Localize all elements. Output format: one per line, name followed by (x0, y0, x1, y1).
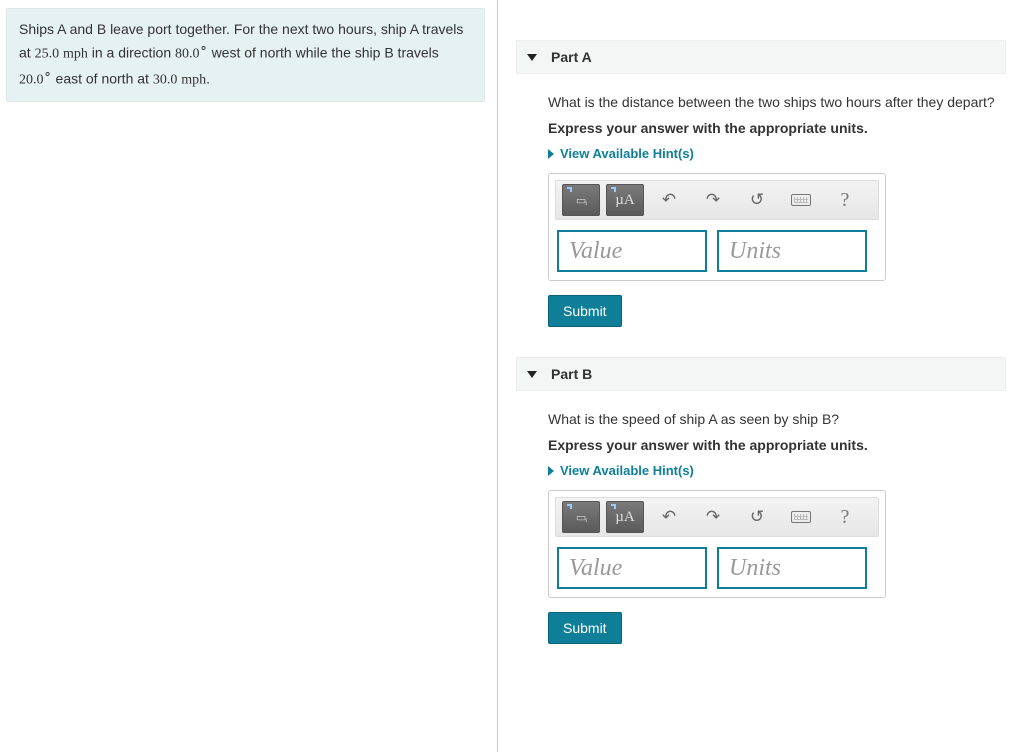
template-button[interactable]: ▭ᵢ (562, 184, 600, 216)
keyboard-button[interactable] (782, 501, 820, 533)
template-button[interactable]: ▭ᵢ (562, 501, 600, 533)
problem-panel: Ships A and B leave port together. For t… (0, 0, 498, 752)
units-input-a[interactable] (717, 230, 867, 272)
submit-button-b[interactable]: Submit (548, 612, 622, 644)
part-b-instruction: Express your answer with the appropriate… (548, 437, 1006, 453)
toolbar-b: ▭ᵢ µA ↶ ↷ ↺ ? (555, 497, 879, 537)
submit-button-a[interactable]: Submit (548, 295, 622, 327)
symbols-button[interactable]: µA (606, 184, 644, 216)
value-input-a[interactable] (557, 230, 707, 272)
help-icon: ? (841, 189, 850, 212)
unit-mph-2: mph (181, 73, 206, 88)
reset-icon: ↺ (750, 507, 764, 527)
view-hints-b[interactable]: View Available Hint(s) (548, 463, 1006, 478)
help-button[interactable]: ? (826, 501, 864, 533)
answer-box-a: ▭ᵢ µA ↶ ↷ ↺ ? (548, 173, 886, 281)
degree-symbol: ∘ (44, 66, 52, 81)
undo-icon: ↶ (662, 507, 676, 527)
hints-label: View Available Hint(s) (560, 463, 694, 478)
symbols-button[interactable]: µA (606, 501, 644, 533)
angle-a: 80.0 (175, 47, 200, 62)
hints-label: View Available Hint(s) (560, 146, 694, 161)
help-button[interactable]: ? (826, 184, 864, 216)
chevron-down-icon (527, 371, 537, 378)
chevron-down-icon (527, 54, 537, 61)
part-a-question: What is the distance between the two shi… (548, 94, 1006, 110)
unit-mph-1: mph (63, 47, 88, 62)
part-a-header[interactable]: Part A (516, 40, 1006, 74)
help-icon: ? (841, 506, 850, 529)
chevron-right-icon (548, 149, 554, 159)
problem-statement: Ships A and B leave port together. For t… (6, 8, 485, 102)
problem-text: . (206, 71, 210, 87)
problem-text: east of north at (56, 71, 153, 87)
redo-icon: ↷ (706, 190, 720, 210)
toolbar-a: ▭ᵢ µA ↶ ↷ ↺ ? (555, 180, 879, 220)
value-speed-b: 30.0 (153, 73, 178, 88)
undo-button[interactable]: ↶ (650, 501, 688, 533)
answer-box-b: ▭ᵢ µA ↶ ↷ ↺ ? (548, 490, 886, 598)
degree-symbol: ∘ (200, 40, 208, 55)
redo-icon: ↷ (706, 507, 720, 527)
redo-button[interactable]: ↷ (694, 501, 732, 533)
value-speed-a: 25.0 (35, 47, 60, 62)
keyboard-icon (791, 511, 811, 523)
value-input-b[interactable] (557, 547, 707, 589)
part-a-title: Part A (551, 49, 592, 65)
reset-button[interactable]: ↺ (738, 501, 776, 533)
keyboard-button[interactable] (782, 184, 820, 216)
view-hints-a[interactable]: View Available Hint(s) (548, 146, 1006, 161)
reset-icon: ↺ (750, 190, 764, 210)
reset-button[interactable]: ↺ (738, 184, 776, 216)
problem-text: west of north while the ship B travels (212, 45, 439, 61)
units-input-b[interactable] (717, 547, 867, 589)
undo-button[interactable]: ↶ (650, 184, 688, 216)
undo-icon: ↶ (662, 190, 676, 210)
part-b-title: Part B (551, 366, 592, 382)
answer-panel-area: Part A What is the distance between the … (498, 0, 1024, 752)
part-b-header[interactable]: Part B (516, 357, 1006, 391)
part-a-instruction: Express your answer with the appropriate… (548, 120, 1006, 136)
problem-text: in a direction (92, 45, 175, 61)
part-b-question: What is the speed of ship A as seen by s… (548, 411, 1006, 427)
keyboard-icon (791, 194, 811, 206)
angle-b: 20.0 (19, 73, 44, 88)
chevron-right-icon (548, 466, 554, 476)
redo-button[interactable]: ↷ (694, 184, 732, 216)
